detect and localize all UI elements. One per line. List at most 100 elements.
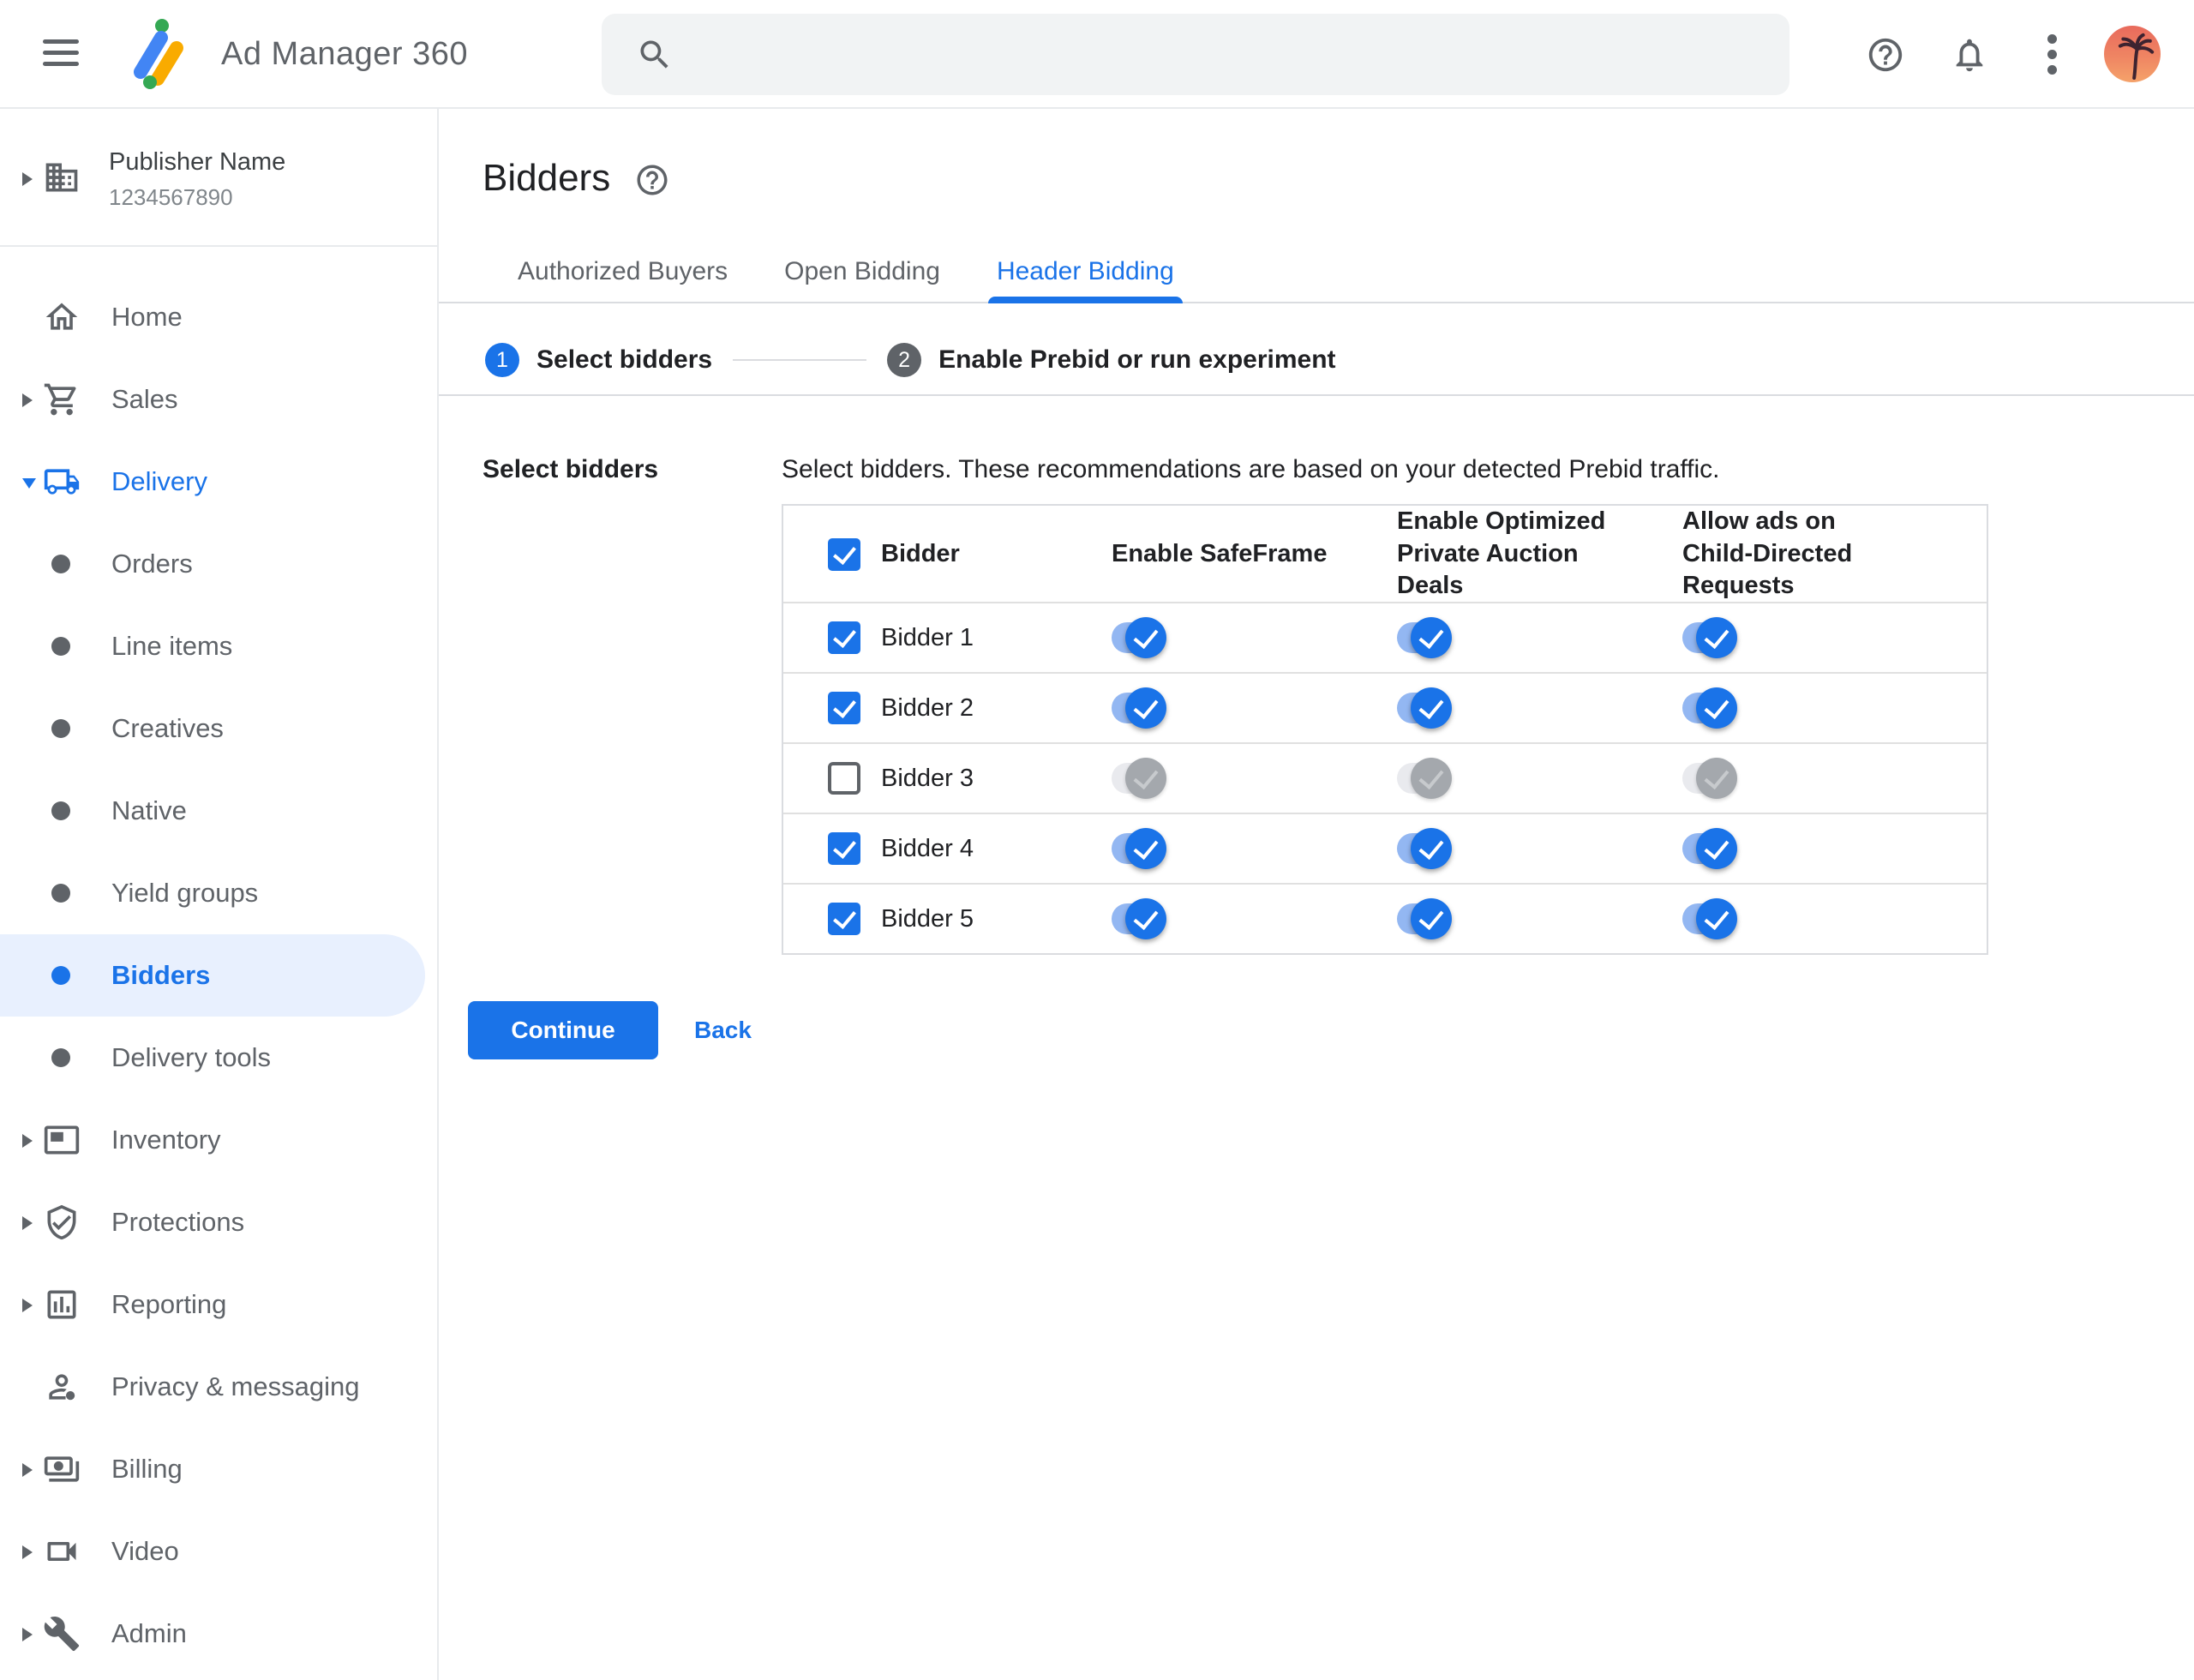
expand-arrow-icon[interactable] [22,1463,33,1477]
sidebar-item-sales[interactable]: Sales [0,358,437,441]
sidebar-item-yield-groups[interactable]: Yield groups [0,852,437,934]
help-icon[interactable] [1858,0,1913,109]
search-icon [640,40,668,69]
building-icon [43,159,81,196]
toggle-check-icon [1411,827,1452,869]
main-content: Bidders Authorized Buyers Open Bidding Hea… [439,109,2194,1680]
safeframe-toggle[interactable] [1112,827,1166,869]
bidders-table: Bidder Enable SafeFrame Enable Optimized P… [782,504,1988,955]
menu-icon[interactable] [43,39,79,69]
sidebar-item-video[interactable]: Video [0,1510,437,1593]
continue-button[interactable]: Continue [468,1001,658,1059]
home-icon [43,298,81,336]
truck-icon [43,463,81,501]
inventory-icon [43,1121,81,1159]
notifications-icon[interactable] [1942,0,1997,109]
safeframe-toggle[interactable] [1112,687,1166,729]
tab-header-bidding[interactable]: Header Bidding [987,253,1183,303]
bullet-icon [51,801,70,820]
divider [439,394,2194,396]
child-directed-toggle[interactable] [1682,757,1737,799]
sidebar-item-creatives[interactable]: Creatives [0,687,437,770]
sidebar-item-label: Bidders [111,960,211,990]
sidebar-item-line-items[interactable]: Line items [0,605,437,687]
sidebar-item-label: Billing [111,1454,183,1484]
step-2-circle[interactable]: 2 [887,343,922,377]
expand-arrow-icon[interactable] [22,1299,33,1312]
sidebar-item-billing[interactable]: Billing [0,1428,437,1510]
cart-icon [43,381,81,418]
avatar[interactable] [2104,26,2161,82]
tab-authorized-buyers[interactable]: Authorized Buyers [518,253,728,302]
page-title: Bidders [483,157,611,199]
expand-arrow-icon[interactable] [22,1134,33,1148]
column-header-safeframe: Enable SafeFrame [1112,539,1328,567]
table-header-row: Bidder Enable SafeFrame Enable Optimized P… [783,506,1987,602]
row-checkbox[interactable] [828,621,860,654]
sidebar-item-home[interactable]: Home [0,276,437,358]
toggle-check-icon [1696,687,1737,729]
child-directed-toggle[interactable] [1682,827,1737,869]
tab-bar: Authorized Buyers Open Bidding Header Bidd… [439,253,2194,303]
more-vert-icon[interactable] [2024,0,2079,109]
optimized-deals-toggle[interactable] [1397,687,1452,729]
optimized-deals-toggle[interactable] [1397,897,1452,939]
sidebar-item-bidders[interactable]: Bidders [0,934,425,1017]
optimized-deals-toggle[interactable] [1397,757,1452,799]
sidebar-item-delivery-tools[interactable]: Delivery tools [0,1017,437,1099]
expand-arrow-icon[interactable] [22,1216,33,1230]
help-icon[interactable] [634,162,670,198]
child-directed-toggle[interactable] [1682,897,1737,939]
sidebar-item-orders[interactable]: Orders [0,523,437,605]
sidebar-item-label: Delivery [111,466,207,496]
stepper: 1 Select bidders 2 Enable Prebid or run exp… [485,340,1336,380]
sidebar-item-delivery[interactable]: Delivery [0,441,437,523]
select-all-checkbox[interactable] [828,537,860,571]
optimized-deals-toggle[interactable] [1397,827,1452,869]
row-checkbox[interactable] [828,903,860,935]
safeframe-toggle[interactable] [1112,757,1166,799]
bidder-name: Bidder 1 [881,623,974,651]
toggle-check-icon [1696,616,1737,658]
child-directed-toggle[interactable] [1682,616,1737,658]
sidebar-item-label: Creatives [111,713,224,743]
row-checkbox[interactable] [828,832,860,865]
step-1-circle[interactable]: 1 [485,343,519,377]
expand-arrow-icon[interactable] [22,1628,33,1641]
tab-label: Authorized Buyers [518,257,728,285]
sidebar-item-label: Delivery tools [111,1042,272,1072]
search-bar[interactable] [602,14,1789,95]
video-icon [43,1533,81,1570]
sidebar-item-privacy-messaging[interactable]: Privacy & messaging [0,1346,437,1428]
row-checkbox[interactable] [828,692,860,724]
bullet-icon [51,555,70,573]
column-header-optimized-deals: Enable Optimized Private Auction Deals [1397,507,1606,600]
sidebar-item-inventory[interactable]: Inventory [0,1099,437,1181]
toggle-check-icon [1125,827,1166,869]
table-row: Bidder 1 [783,602,1987,672]
safeframe-toggle[interactable] [1112,616,1166,658]
expand-arrow-icon[interactable] [22,393,33,407]
optimized-deals-toggle[interactable] [1397,616,1452,658]
toggle-check-icon [1125,897,1166,939]
tab-open-bidding[interactable]: Open Bidding [784,253,940,302]
sidebar-item-admin[interactable]: Admin [0,1593,437,1675]
sidebar-item-native[interactable]: Native [0,770,437,852]
stepper-connector [733,359,867,361]
billing-icon [43,1450,81,1488]
safeframe-toggle[interactable] [1112,897,1166,939]
publisher-selector[interactable]: Publisher Name 1234567890 [0,109,437,247]
search-input[interactable] [699,27,1764,81]
collapse-arrow-icon[interactable] [22,478,36,489]
sidebar-item-reporting[interactable]: Reporting [0,1263,437,1346]
expand-arrow-icon[interactable] [22,1545,33,1559]
section-label: Select bidders [483,455,659,483]
back-link[interactable]: Back [694,1001,752,1059]
expand-arrow-icon[interactable] [22,172,33,186]
row-checkbox[interactable] [828,762,860,795]
sidebar-item-protections[interactable]: Protections [0,1181,437,1263]
child-directed-toggle[interactable] [1682,687,1737,729]
toggle-check-icon [1125,687,1166,729]
publisher-name: Publisher Name [109,148,286,176]
shield-icon [43,1203,81,1241]
